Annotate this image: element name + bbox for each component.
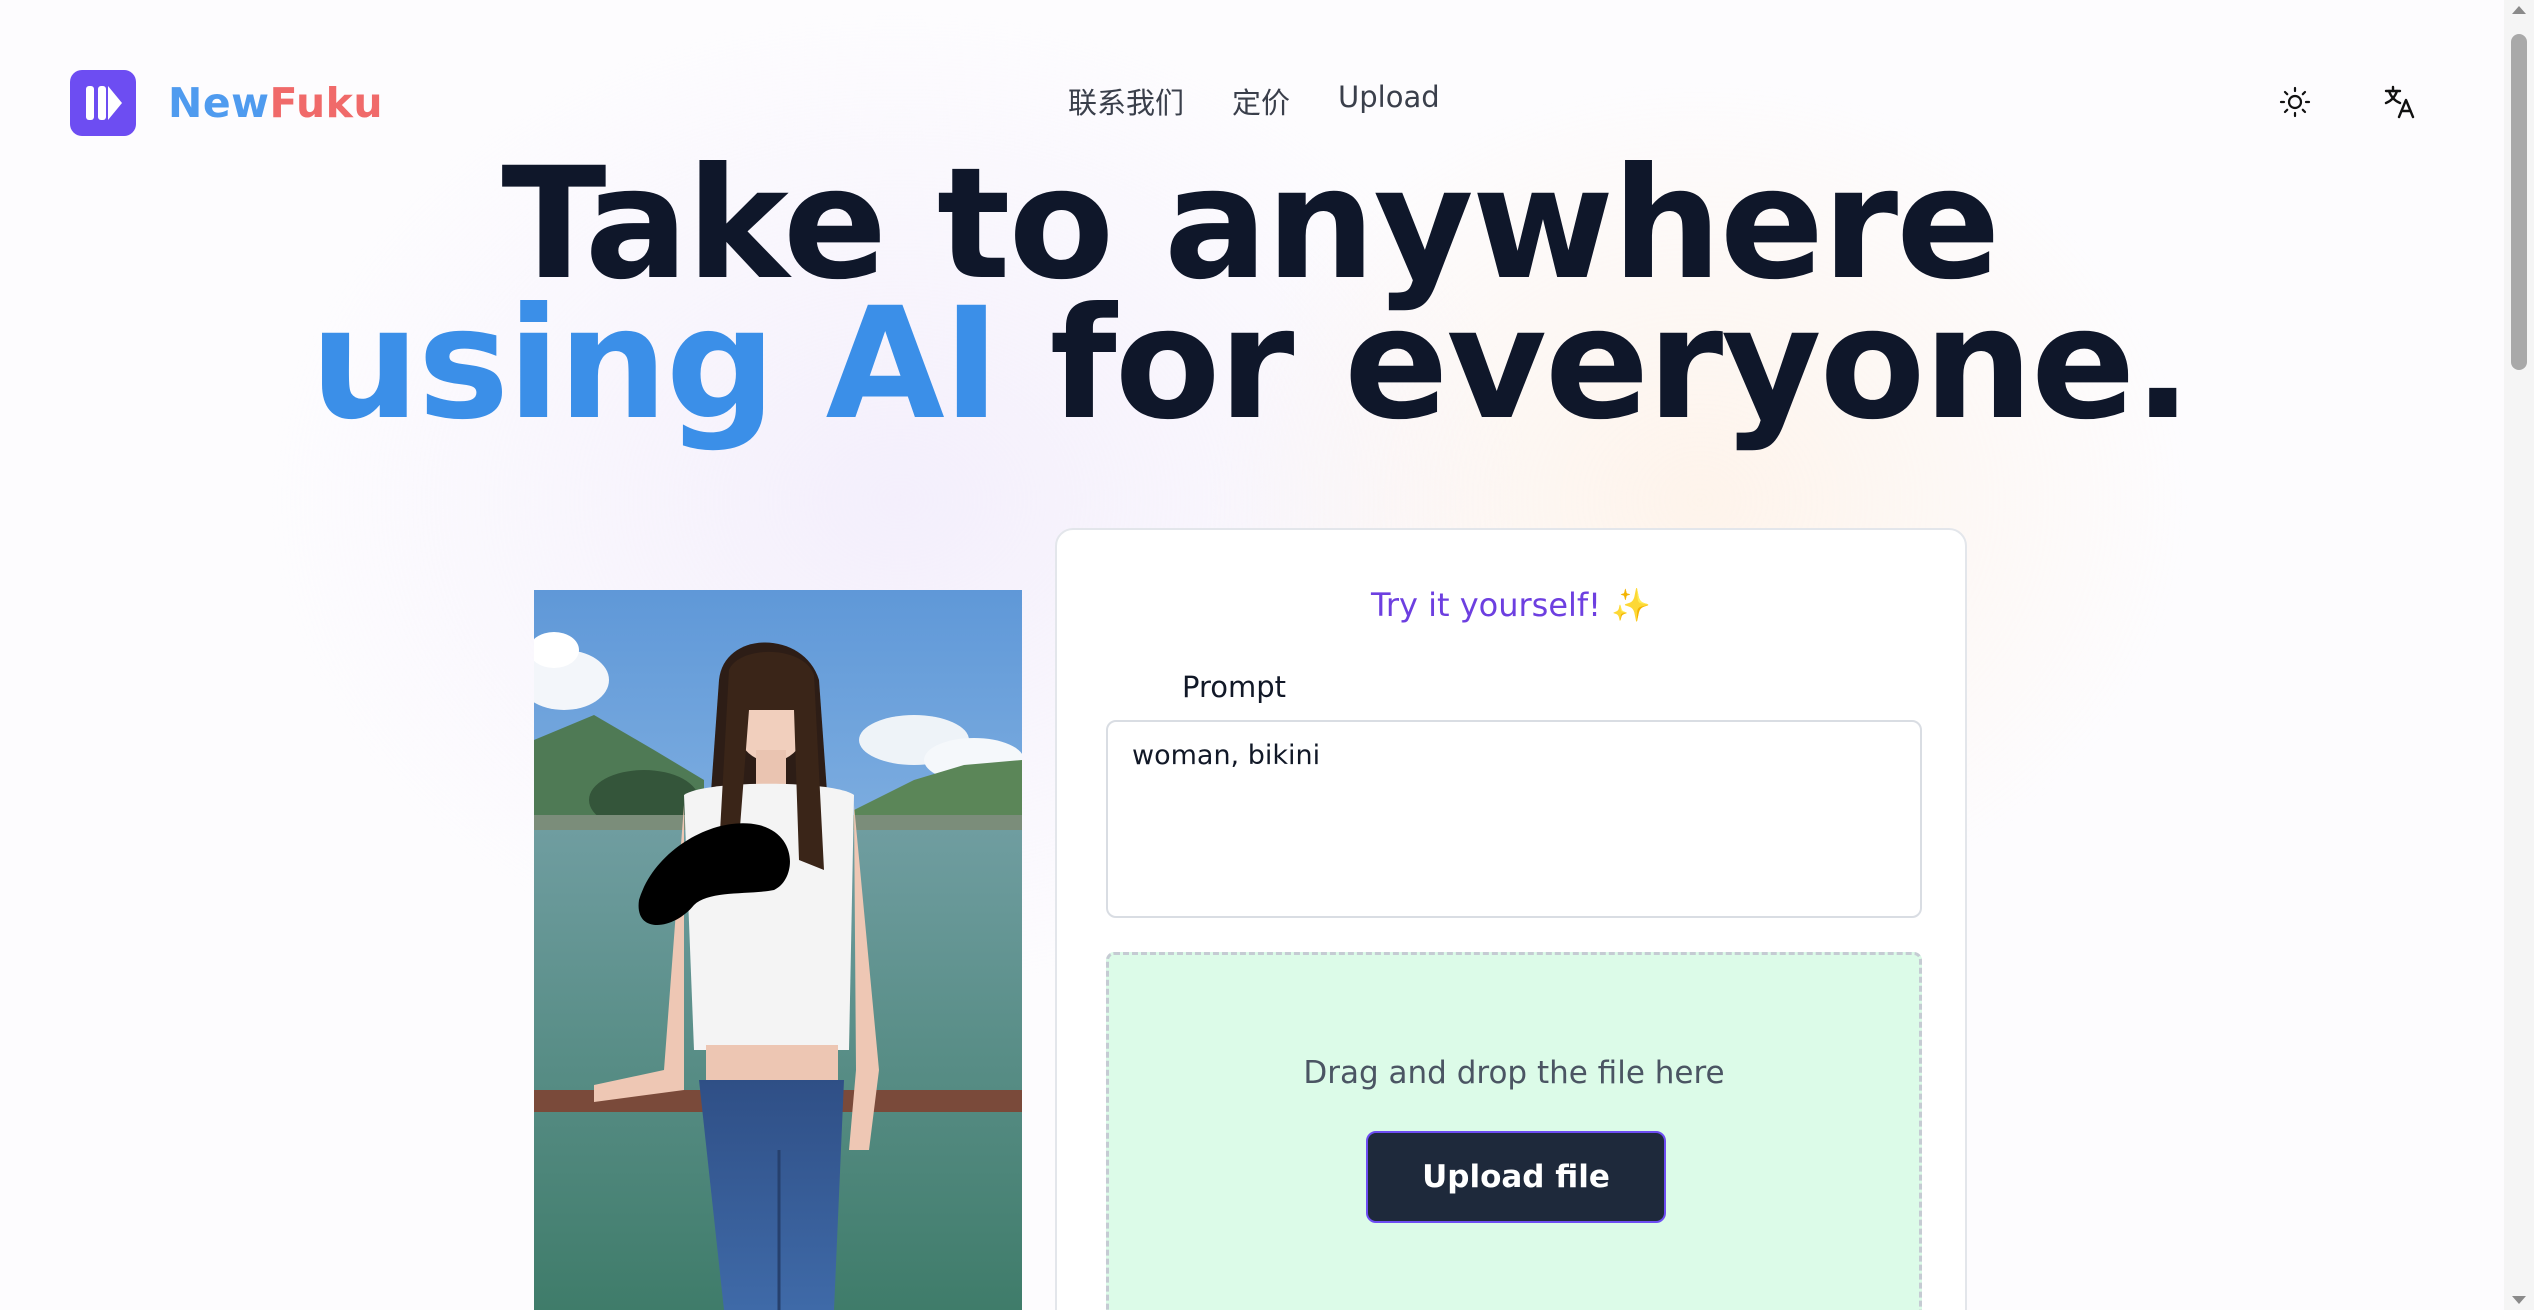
brand-name-part1: New [168,79,270,127]
scroll-up-arrow-icon[interactable] [2512,6,2526,14]
language-button[interactable] [2378,80,2422,124]
dropzone-text: Drag and drop the file here [1303,1055,1725,1091]
page-scrollbar[interactable] [2504,0,2534,1310]
hero-line2: using AI for everyone. [0,288,2500,442]
hero-line2-rest: for everyone. [998,275,2192,454]
theme-toggle-button[interactable] [2273,80,2317,124]
sample-photo [534,590,1022,1310]
nav-item-contact[interactable]: 联系我们 [1068,80,1184,122]
upload-file-button[interactable]: Upload file [1366,1131,1666,1223]
hero-line1: Take to anywhere [501,135,2000,314]
brand-logo[interactable]: NewFuku [70,70,383,136]
main-nav: 联系我们 定价 Upload [1068,80,1440,122]
brand-name: NewFuku [168,79,383,127]
prompt-input[interactable]: woman, bikini [1106,720,1922,918]
logo-mark-icon [70,70,136,136]
scroll-down-arrow-icon[interactable] [2512,1296,2526,1304]
nav-item-pricing[interactable]: 定价 [1232,80,1290,122]
nav-item-upload[interactable]: Upload [1338,80,1440,122]
prompt-label: Prompt [1182,670,1287,704]
brand-name-part2: Fuku [269,79,384,127]
scroll-thumb[interactable] [2511,34,2527,370]
file-dropzone[interactable]: Drag and drop the file here Upload file [1106,952,1922,1310]
hero-line2-accent: using AI [309,275,1000,454]
try-it-title: Try it yourself! ✨ [1370,586,1652,624]
translate-icon [2384,85,2415,119]
sun-icon [2279,86,2311,118]
try-it-card: Try it yourself! ✨ Prompt woman, bikini … [1055,528,1967,1310]
hero-headline: Take to anywhere using AI for everyone. [0,135,2500,442]
